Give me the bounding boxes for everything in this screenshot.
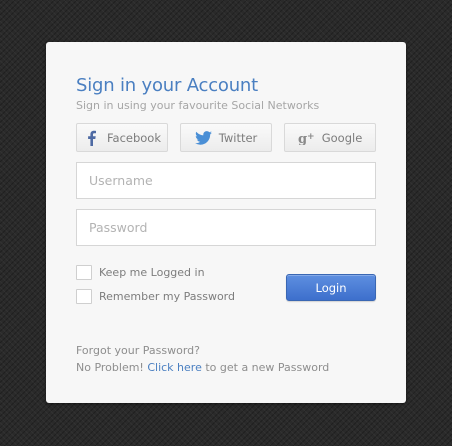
- facebook-button[interactable]: Facebook: [76, 123, 168, 152]
- svg-text:g: g: [298, 132, 307, 145]
- remember-password-label: Remember my Password: [99, 289, 235, 303]
- reset-prefix: No Problem!: [76, 361, 148, 374]
- page-subtitle: Sign in using your favourite Social Netw…: [76, 99, 320, 112]
- login-card: Sign in your Account Sign in using your …: [46, 42, 406, 403]
- facebook-icon: [83, 130, 101, 146]
- remember-password-checkbox[interactable]: [76, 288, 92, 304]
- google-button[interactable]: g + Google: [284, 123, 376, 152]
- reset-suffix: to get a new Password: [201, 361, 330, 374]
- remember-password-option[interactable]: Remember my Password: [76, 288, 235, 304]
- keep-logged-in-option[interactable]: Keep me Logged in: [76, 264, 205, 280]
- facebook-label: Facebook: [106, 130, 162, 145]
- twitter-label: Twitter: [218, 130, 258, 145]
- twitter-icon: [195, 130, 213, 146]
- forgot-password-text: Forgot your Password? No Problem! Click …: [76, 342, 329, 376]
- google-plus-icon: g +: [298, 130, 316, 146]
- click-here-link[interactable]: Click here: [147, 361, 202, 374]
- forgot-password-line: Forgot your Password?: [76, 344, 200, 357]
- login-button[interactable]: Login: [286, 274, 376, 301]
- username-input[interactable]: [76, 162, 376, 199]
- page-title: Sign in your Account: [76, 75, 258, 96]
- password-input[interactable]: [76, 209, 376, 246]
- twitter-button[interactable]: Twitter: [180, 123, 272, 152]
- keep-logged-in-label: Keep me Logged in: [99, 265, 205, 279]
- google-label: Google: [321, 130, 363, 145]
- svg-text:+: +: [307, 132, 315, 142]
- keep-logged-in-checkbox[interactable]: [76, 264, 92, 280]
- reset-password-line: No Problem! Click here to get a new Pass…: [76, 359, 329, 376]
- social-login-row: Facebook Twitter g + Google: [76, 123, 376, 152]
